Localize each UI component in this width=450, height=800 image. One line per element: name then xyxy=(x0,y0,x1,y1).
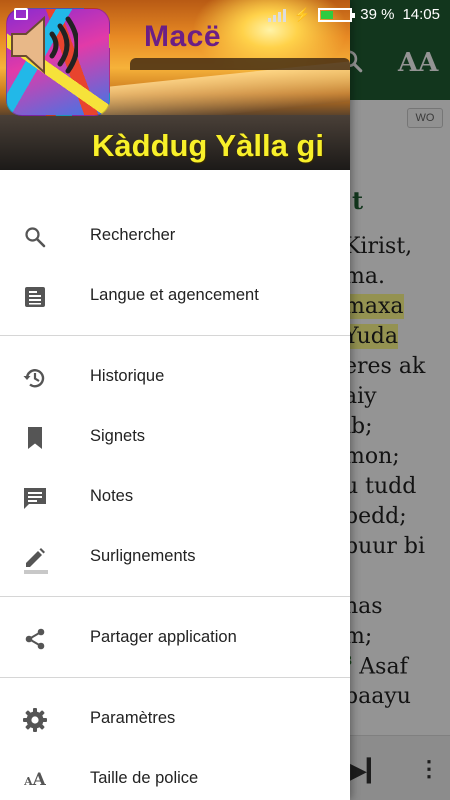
status-bar-right: ⚡ 39 % 14:05 xyxy=(268,6,440,23)
search-icon xyxy=(21,223,49,251)
menu-item-settings[interactable]: Paramètres xyxy=(0,688,350,748)
drawer-menu: Rechercher Langue et agencement Historiq… xyxy=(0,205,350,800)
menu-item-label: Notes xyxy=(90,487,134,505)
menu-item-label: Langue et agencement xyxy=(90,286,259,304)
highlight-color-bar xyxy=(24,570,48,574)
menu-item-label: Signets xyxy=(90,427,146,445)
menu-item-notes[interactable]: Notes xyxy=(0,466,350,526)
menu-item-history[interactable]: Historique xyxy=(0,346,350,406)
share-icon xyxy=(21,625,49,653)
menu-item-share-app[interactable]: Partager application xyxy=(0,607,350,667)
bookmark-icon xyxy=(21,424,49,452)
signal-icon xyxy=(268,8,287,22)
font-size-icon: AA xyxy=(24,770,46,790)
menu-item-label: Paramètres xyxy=(90,709,176,727)
menu-item-label: Taille de police xyxy=(90,769,199,787)
divider xyxy=(0,677,350,678)
banner-trees xyxy=(130,58,350,70)
menu-item-bookmarks[interactable]: Signets xyxy=(0,406,350,466)
image-notification-icon xyxy=(14,8,28,20)
menu-item-highlights[interactable]: Surlignements xyxy=(0,526,350,586)
highlighter-pen-icon xyxy=(21,544,49,574)
notes-icon xyxy=(21,484,49,512)
menu-item-font-size[interactable]: AA Taille de police xyxy=(0,748,350,800)
gear-icon xyxy=(21,706,49,734)
divider xyxy=(0,335,350,336)
navigation-drawer: Macë Kàddug Yàlla gi Rechercher Langue e… xyxy=(0,0,350,800)
article-icon xyxy=(21,283,49,311)
banner-subtitle: Kàddug Yàlla gi xyxy=(92,128,324,163)
menu-item-label: Partager application xyxy=(90,628,237,646)
clock: 14:05 xyxy=(402,6,440,23)
menu-item-search[interactable]: Rechercher xyxy=(0,205,350,265)
charging-icon: ⚡ xyxy=(294,6,311,22)
battery-percent: 39 % xyxy=(360,6,395,23)
battery-icon xyxy=(318,7,356,22)
menu-item-label: Historique xyxy=(90,367,165,385)
divider xyxy=(0,596,350,597)
history-icon xyxy=(21,364,49,392)
menu-item-label: Surlignements xyxy=(90,547,196,565)
status-bar: ⚡ 39 % 14:05 xyxy=(0,0,450,30)
menu-item-language-layout[interactable]: Langue et agencement xyxy=(0,265,350,325)
battery-level-fill xyxy=(321,10,333,19)
menu-item-label: Rechercher xyxy=(90,226,176,244)
